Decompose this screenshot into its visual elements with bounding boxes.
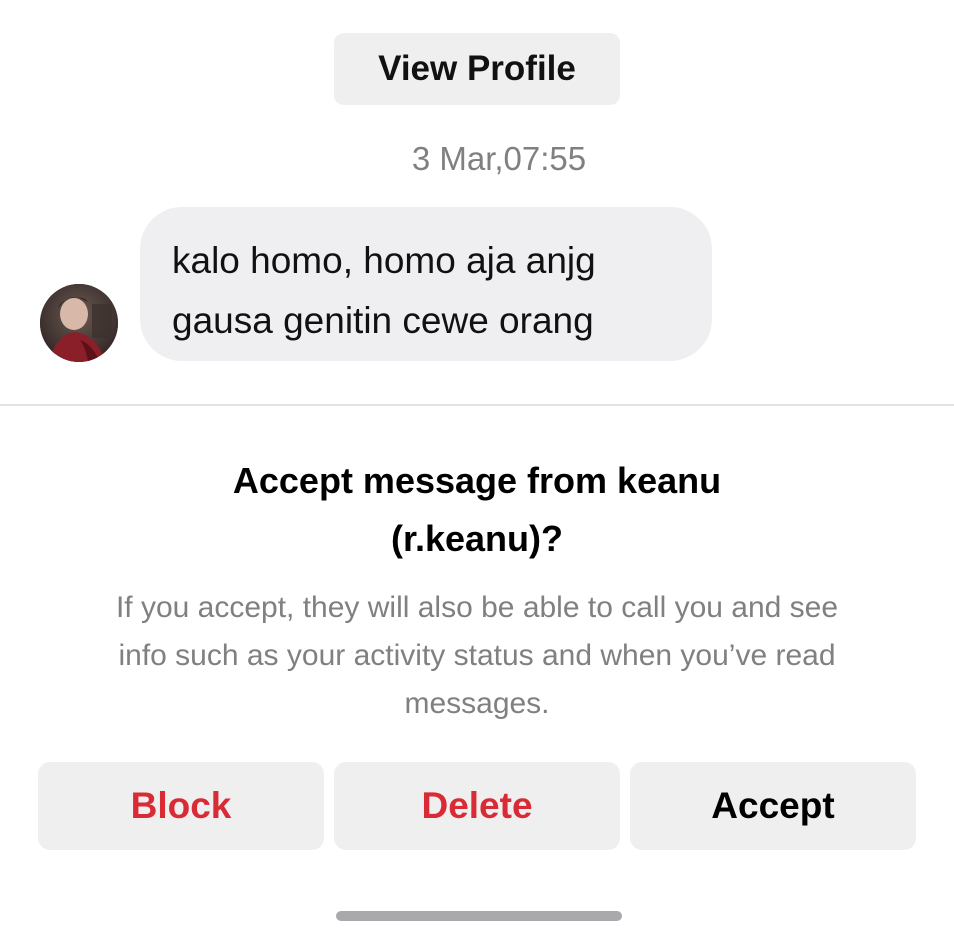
request-description-line: info such as your activity status and wh… <box>118 639 836 672</box>
message-line: kalo homo, homo aja anjg <box>172 240 596 281</box>
view-profile-label: View Profile <box>378 49 576 88</box>
avatar-photo-icon <box>40 284 118 362</box>
request-actions: Block Delete Accept <box>38 762 916 850</box>
request-title-line: (r.keanu)? <box>390 518 564 559</box>
view-profile-button[interactable]: View Profile <box>334 33 620 105</box>
request-title-line: Accept message from keanu <box>232 460 722 501</box>
accept-button[interactable]: Accept <box>630 762 916 850</box>
home-indicator[interactable] <box>336 911 622 921</box>
divider <box>0 404 954 406</box>
delete-button[interactable]: Delete <box>334 762 620 850</box>
message-timestamp: 3 Mar,07:55 <box>411 140 587 177</box>
request-description-line: messages. <box>404 687 550 720</box>
request-description: If you accept, they will also be able to… <box>0 584 954 728</box>
request-title: Accept message from keanu (r.keanu)? <box>0 452 954 568</box>
block-button-label: Block <box>130 785 232 826</box>
block-button[interactable]: Block <box>38 762 324 850</box>
message-line: gausa genitin cewe orang <box>172 300 594 341</box>
message-bubble[interactable]: kalo homo, homo aja anjg gausa genitin c… <box>140 207 712 361</box>
delete-button-label: Delete <box>421 785 533 826</box>
sender-avatar[interactable] <box>40 284 118 362</box>
request-description-line: If you accept, they will also be able to… <box>115 591 839 624</box>
accept-button-label: Accept <box>711 785 835 826</box>
